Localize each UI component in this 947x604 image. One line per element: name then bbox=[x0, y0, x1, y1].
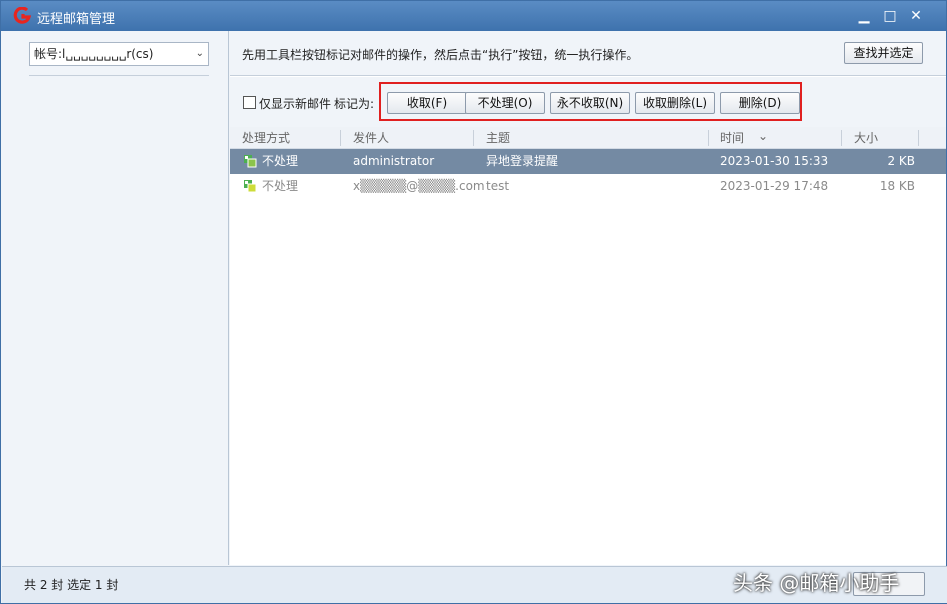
mark-delete-button[interactable]: 删除(D) bbox=[720, 92, 800, 114]
mark-fetch-delete-button[interactable]: 收取删除(L) bbox=[635, 92, 715, 114]
cell-action: 不处理 bbox=[262, 154, 299, 168]
cell-action: 不处理 bbox=[262, 179, 299, 193]
window-title: 远程邮箱管理 bbox=[37, 12, 116, 27]
mail-status-icon bbox=[244, 180, 257, 193]
column-subject[interactable]: 主题 bbox=[486, 127, 510, 149]
mark-as-label: 标记为: bbox=[334, 97, 375, 111]
account-value: 帐号:l␣␣␣␣␣␣␣␣r(cs) bbox=[34, 47, 154, 61]
app-logo-icon bbox=[13, 7, 31, 24]
mark-fetch-button[interactable]: 收取(F) bbox=[387, 92, 467, 114]
only-new-checkbox[interactable] bbox=[243, 96, 256, 109]
status-text: 共 2 封 选定 1 封 bbox=[24, 578, 119, 592]
close-button[interactable]: ✕ bbox=[905, 6, 927, 26]
cell-sender: x▒▒▒▒▒@▒▒▒▒.com bbox=[353, 179, 485, 193]
column-size[interactable]: 大小 bbox=[854, 127, 878, 149]
column-separator[interactable] bbox=[918, 130, 919, 146]
table-row[interactable]: 不处理 administrator 异地登录提醒 2023-01-30 15:3… bbox=[230, 149, 946, 174]
cell-subject: test bbox=[486, 179, 510, 193]
mark-toolbar: 仅显示新邮件 标记为: 收取(F) 不处理(O) 永不收取(N) 收取删除(L)… bbox=[230, 77, 946, 127]
cell-time: 2023-01-29 17:48 bbox=[720, 179, 829, 193]
left-pane: 帐号:l␣␣␣␣␣␣␣␣r(cs) ⌄ bbox=[2, 31, 229, 565]
cell-size: 18 KB bbox=[879, 179, 915, 193]
table-row[interactable]: 不处理 x▒▒▒▒▒@▒▒▒▒.com test 2023-01-29 17:4… bbox=[230, 174, 946, 199]
list-header: 处理方式 发件人 主题 时间 ⌄ 大小 bbox=[230, 127, 946, 149]
column-sender[interactable]: 发件人 bbox=[353, 127, 389, 149]
watermark: 头条 @邮箱小助手 bbox=[733, 571, 900, 595]
column-separator[interactable] bbox=[708, 130, 709, 146]
column-time[interactable]: 时间 bbox=[720, 127, 744, 149]
cell-sender: administrator bbox=[353, 154, 435, 168]
divider bbox=[29, 75, 209, 76]
hint-text: 先用工具栏按钮标记对邮件的操作，然后点击“执行”按钮，统一执行操作。 bbox=[242, 48, 639, 62]
minimize-button[interactable]: ▁ bbox=[853, 6, 875, 26]
title-bar[interactable]: 远程邮箱管理 ▁ □ ✕ bbox=[1, 1, 946, 31]
maximize-button[interactable]: □ bbox=[879, 6, 901, 26]
column-separator[interactable] bbox=[473, 130, 474, 146]
cell-size: 2 KB bbox=[887, 154, 915, 168]
cell-subject: 异地登录提醒 bbox=[486, 154, 559, 168]
status-bar: 共 2 封 选定 1 封 头条 @邮箱小助手 bbox=[2, 566, 947, 603]
sort-desc-icon: ⌄ bbox=[758, 129, 769, 143]
right-pane: 先用工具栏按钮标记对邮件的操作，然后点击“执行”按钮，统一执行操作。 查找并选定… bbox=[230, 31, 946, 565]
find-and-select-button[interactable]: 查找并选定 bbox=[844, 42, 923, 64]
account-select[interactable]: 帐号:l␣␣␣␣␣␣␣␣r(cs) ⌄ bbox=[29, 42, 209, 66]
only-new-label[interactable]: 仅显示新邮件 bbox=[259, 95, 331, 112]
column-separator[interactable] bbox=[841, 130, 842, 146]
mark-never-fetch-button[interactable]: 永不收取(N) bbox=[550, 92, 630, 114]
column-action[interactable]: 处理方式 bbox=[242, 127, 290, 149]
chevron-down-icon: ⌄ bbox=[195, 48, 204, 59]
main-window: 远程邮箱管理 ▁ □ ✕ 帐号:l␣␣␣␣␣␣␣␣r(cs) ⌄ 先用工具栏按钮… bbox=[0, 0, 947, 604]
mark-ignore-button[interactable]: 不处理(O) bbox=[465, 92, 545, 114]
hint-bar: 先用工具栏按钮标记对邮件的操作，然后点击“执行”按钮，统一执行操作。 查找并选定 bbox=[230, 31, 946, 76]
column-separator[interactable] bbox=[340, 130, 341, 146]
mail-status-icon bbox=[244, 155, 257, 168]
cell-time: 2023-01-30 15:33 bbox=[720, 154, 829, 168]
